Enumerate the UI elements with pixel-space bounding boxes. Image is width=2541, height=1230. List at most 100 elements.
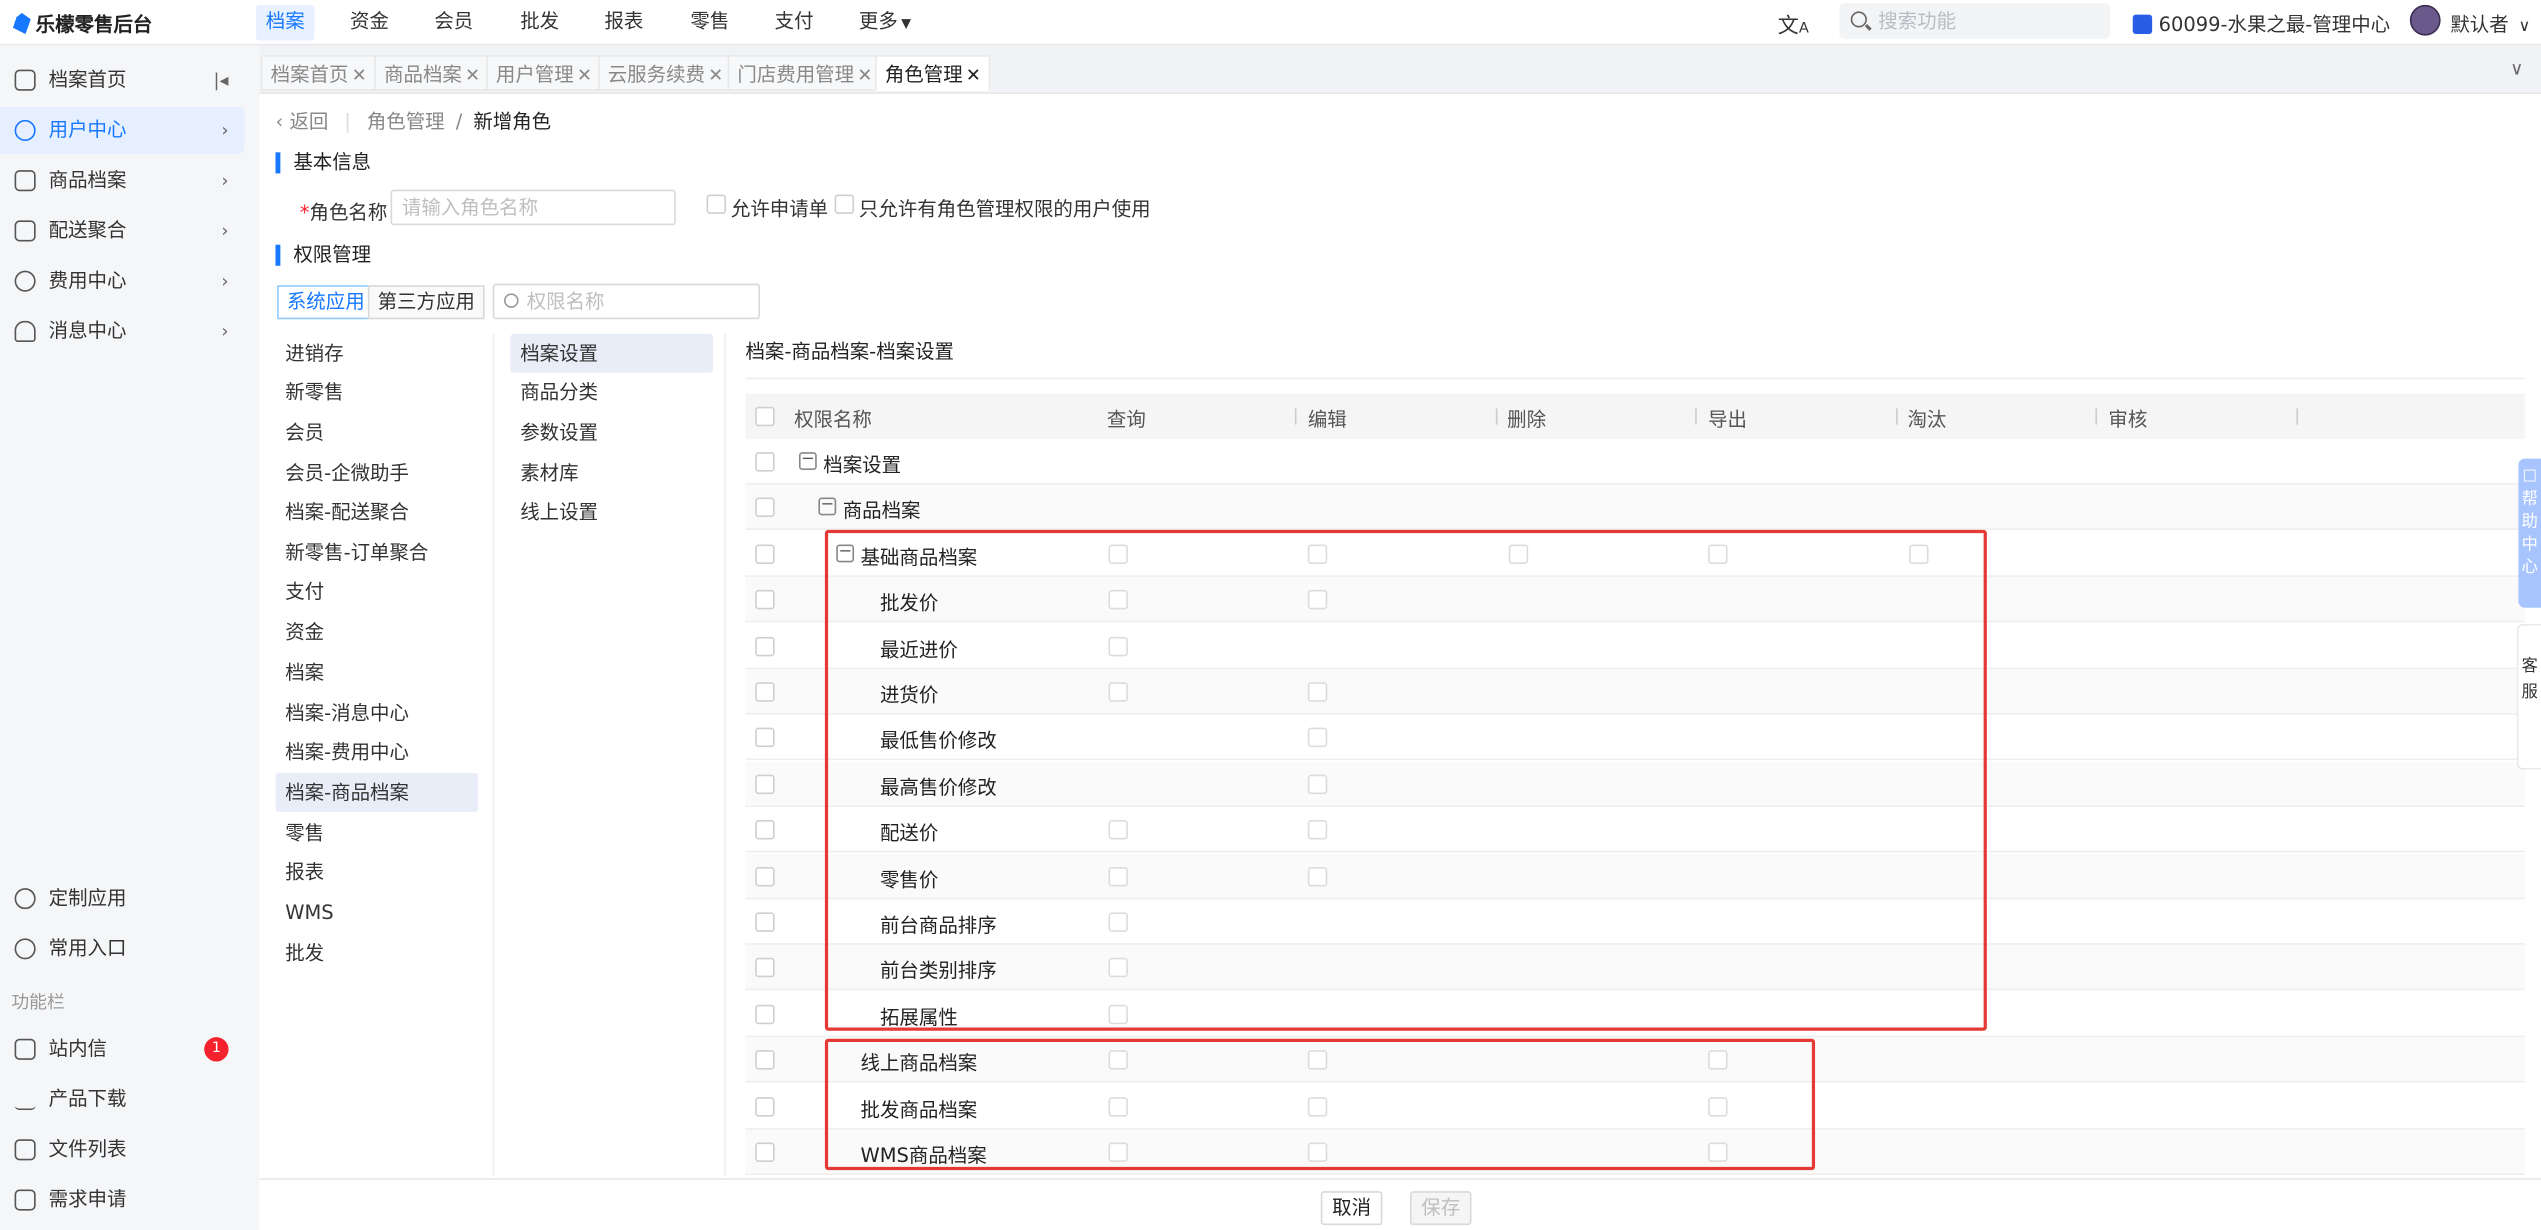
sidebar-item-requirement[interactable]: 需求申请 xyxy=(0,1177,245,1224)
tab-system-app[interactable]: 系统应用 xyxy=(277,285,375,320)
tab-store-fee[interactable]: 门店费用管理 ✕ xyxy=(727,55,882,91)
row-select-checkbox[interactable] xyxy=(755,774,775,794)
module-item[interactable]: 档案 xyxy=(276,653,479,692)
row-select-checkbox[interactable] xyxy=(755,590,775,610)
module-item[interactable]: 支付 xyxy=(276,572,479,611)
submodule-item[interactable]: 商品分类 xyxy=(510,373,713,412)
row-select-checkbox[interactable] xyxy=(755,1142,775,1162)
header-permission-name: 权限名称 xyxy=(794,408,872,432)
module-item[interactable]: 批发 xyxy=(276,933,479,972)
module-item[interactable]: 档案-配送聚合 xyxy=(276,493,479,532)
sidebar-item-product-download[interactable]: 产品下载 xyxy=(0,1076,245,1123)
row-select-checkbox[interactable] xyxy=(755,682,775,702)
close-icon[interactable]: ✕ xyxy=(857,65,872,86)
collapse-icon[interactable]: |◂ xyxy=(214,57,229,104)
module-item-selected[interactable]: 档案-商品档案 xyxy=(275,773,479,812)
module-item[interactable]: 报表 xyxy=(276,852,479,891)
submodule-item[interactable]: 素材库 xyxy=(510,454,713,493)
topnav-more[interactable]: 更多 ▼ xyxy=(859,0,911,45)
help-center-tab[interactable]: ☐ 帮助中心 xyxy=(2518,458,2541,608)
row-select-checkbox[interactable] xyxy=(755,1004,775,1024)
sidebar-item-fee-center[interactable]: 费用中心 › xyxy=(0,258,245,305)
row-select-checkbox[interactable] xyxy=(755,636,775,656)
cancel-button[interactable]: 取消 xyxy=(1320,1191,1383,1226)
sidebar-section-label: 功能栏 xyxy=(11,991,65,1013)
row-select-checkbox[interactable] xyxy=(755,728,775,748)
row-select-checkbox[interactable] xyxy=(755,958,775,978)
row-select-checkbox[interactable] xyxy=(755,1050,775,1070)
customer-service-tab[interactable]: 客服 xyxy=(2516,623,2541,770)
function-search-placeholder: 搜索功能 xyxy=(1878,9,1957,33)
module-item[interactable]: 零售 xyxy=(276,814,479,853)
module-item[interactable]: 会员 xyxy=(276,413,479,452)
topnav-payment[interactable]: 支付 xyxy=(775,0,814,45)
breadcrumb-parent[interactable]: 角色管理 xyxy=(367,110,445,133)
module-item[interactable]: 新零售-订单聚合 xyxy=(276,533,479,572)
topnav-wholesale[interactable]: 批发 xyxy=(520,0,559,45)
user-name[interactable]: 默认者 ∨ xyxy=(2450,10,2530,38)
module-item[interactable]: WMS xyxy=(276,893,479,932)
role-name-input[interactable]: 请输入角色名称 xyxy=(390,189,676,226)
close-icon[interactable]: ✕ xyxy=(708,65,723,86)
function-search-input[interactable]: 搜索功能 xyxy=(1839,3,2111,39)
sidebar-item-message-center[interactable]: 消息中心 › xyxy=(0,308,245,355)
sidebar-item-label: 用户中心 xyxy=(48,118,127,141)
row-select-checkbox[interactable] xyxy=(755,1096,775,1116)
topnav-report[interactable]: 报表 xyxy=(604,0,643,45)
allow-apply-checkbox[interactable] xyxy=(706,194,727,214)
submodule-item[interactable]: 线上设置 xyxy=(510,493,713,532)
permission-search-placeholder: 权限名称 xyxy=(526,290,605,313)
store-selector[interactable]: 60099-水果之最-管理中心 xyxy=(2132,10,2390,38)
tabs-dropdown-icon[interactable]: ∨ xyxy=(2510,58,2523,79)
topnav-member[interactable]: 会员 xyxy=(434,0,473,45)
app-logo[interactable]: 乐檬零售后台 xyxy=(12,10,152,38)
sidebar-item-label: 常用入口 xyxy=(48,936,127,960)
submodule-item[interactable]: 参数设置 xyxy=(510,413,713,452)
module-item[interactable]: 会员-企微助手 xyxy=(276,454,479,493)
module-item[interactable]: 新零售 xyxy=(276,373,479,412)
row-select-checkbox[interactable] xyxy=(755,498,775,518)
tab-user-management[interactable]: 用户管理 ✕ xyxy=(486,55,602,91)
tab-role-management[interactable]: 角色管理 ✕ xyxy=(875,55,991,91)
module-item[interactable]: 档案-消息中心 xyxy=(276,694,479,733)
save-button[interactable]: 保存 xyxy=(1409,1191,1472,1226)
close-icon[interactable]: ✕ xyxy=(966,65,981,86)
translate-icon[interactable]: 文A xyxy=(1778,8,1809,39)
permission-search-input[interactable]: 权限名称 xyxy=(492,283,761,320)
close-icon[interactable]: ✕ xyxy=(465,65,480,86)
search-icon xyxy=(504,293,519,308)
module-item[interactable]: 资金 xyxy=(276,613,479,652)
tab-goods-archive[interactable]: 商品档案 ✕ xyxy=(374,55,490,91)
close-icon[interactable]: ✕ xyxy=(352,65,367,86)
submodule-item-selected[interactable]: 档案设置 xyxy=(510,333,714,373)
back-link[interactable]: ‹ 返回 xyxy=(276,110,329,133)
topnav-archive[interactable]: 档案 xyxy=(256,4,315,41)
topnav-funds[interactable]: 资金 xyxy=(350,0,389,45)
row-select-checkbox[interactable] xyxy=(755,912,775,932)
row-select-checkbox[interactable] xyxy=(755,820,775,840)
select-all-checkbox[interactable] xyxy=(755,406,775,427)
admin-only-checkbox[interactable] xyxy=(834,194,855,214)
collapse-toggle-icon[interactable]: − xyxy=(798,451,817,470)
mail-icon xyxy=(14,1038,36,1060)
tab-third-party-app[interactable]: 第三方应用 xyxy=(367,285,485,320)
sidebar-item-file-list[interactable]: 文件列表 xyxy=(0,1126,245,1173)
tab-archive-home[interactable]: 档案首页 ✕ xyxy=(260,55,377,91)
sidebar-item-user-center[interactable]: 用户中心 › xyxy=(0,106,245,154)
tab-cloud-renewal[interactable]: 云服务续费 ✕ xyxy=(598,55,733,91)
topnav-retail[interactable]: 零售 xyxy=(690,0,729,45)
sidebar-item-archive-home[interactable]: 档案首页 |◂ xyxy=(0,57,245,104)
row-select-checkbox[interactable] xyxy=(755,452,775,472)
sidebar-item-favorites[interactable]: 常用入口 xyxy=(0,925,245,972)
sidebar-item-custom-app[interactable]: 定制应用 xyxy=(0,875,245,922)
module-item[interactable]: 档案-费用中心 xyxy=(276,733,479,772)
collapse-toggle-icon[interactable]: − xyxy=(818,497,837,516)
avatar[interactable] xyxy=(2409,4,2441,36)
row-select-checkbox[interactable] xyxy=(755,544,775,564)
sidebar-item-delivery[interactable]: 配送聚合 › xyxy=(0,207,245,254)
module-item[interactable]: 进销存 xyxy=(276,334,479,373)
row-select-checkbox[interactable] xyxy=(755,866,775,886)
close-icon[interactable]: ✕ xyxy=(577,65,592,86)
sidebar-item-goods-archive[interactable]: 商品档案 › xyxy=(0,157,245,204)
breadcrumb: ‹ 返回 | 角色管理 / 新增角色 xyxy=(276,107,552,135)
